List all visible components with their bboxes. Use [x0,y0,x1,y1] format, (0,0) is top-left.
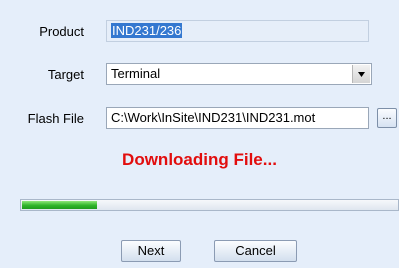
product-label: Product [39,24,84,39]
browse-button[interactable]: ... [377,108,397,128]
product-field[interactable]: IND231/236 [106,20,369,42]
chevron-down-icon [358,71,365,77]
next-button[interactable]: Next [121,240,181,262]
cancel-button[interactable]: Cancel [214,240,297,262]
target-select[interactable]: Terminal [106,63,372,85]
product-value: IND231/236 [111,23,183,38]
target-dropdown-button[interactable] [352,65,370,83]
status-message: Downloading File... [122,150,277,169]
flash-download-panel: Product IND231/236 Target Terminal Flash… [0,0,399,268]
flash-file-path: C:\Work\InSite\IND231\IND231.mot [111,110,316,125]
target-label: Target [47,67,84,82]
progress-fill [22,201,97,209]
flash-file-label: Flash File [27,111,84,126]
download-progress-bar [20,199,399,211]
target-value: Terminal [111,66,161,81]
flash-file-field[interactable]: C:\Work\InSite\IND231\IND231.mot [106,107,369,129]
